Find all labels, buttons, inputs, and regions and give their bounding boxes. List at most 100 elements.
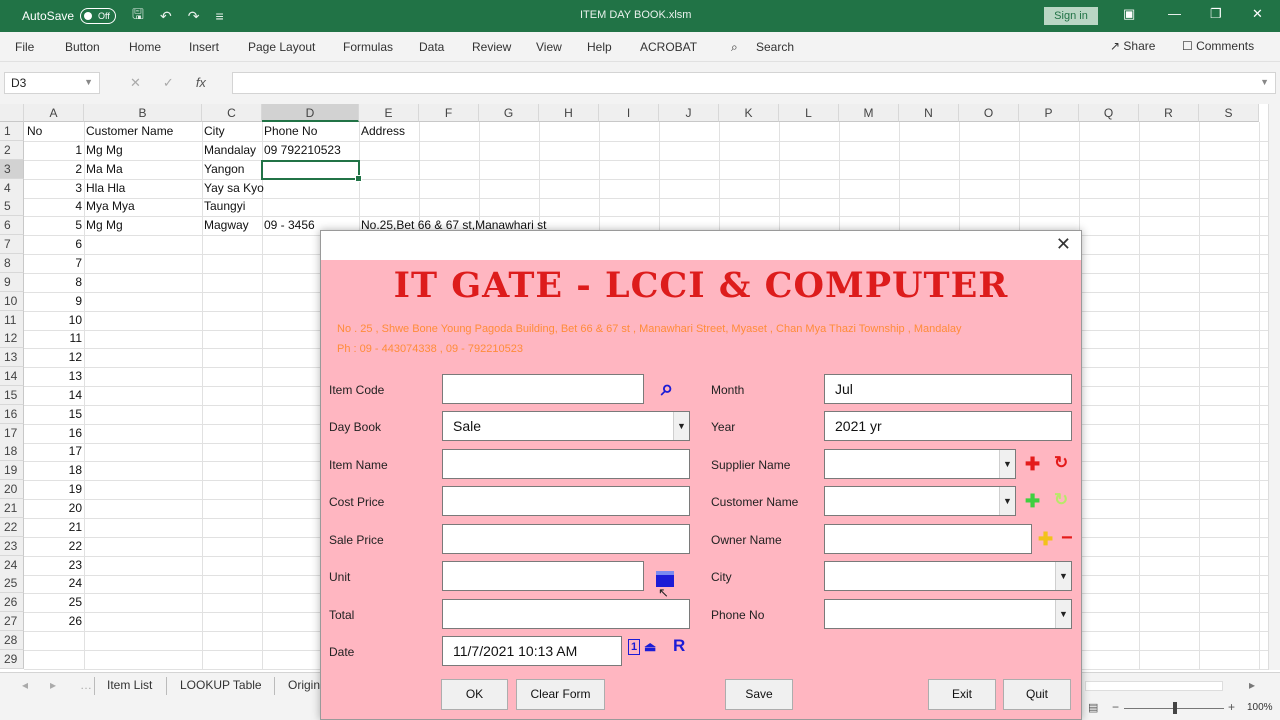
cell-city[interactable]: Mandalay — [204, 141, 262, 160]
row-header[interactable]: 24 — [0, 556, 24, 575]
cell-no[interactable]: 6 — [24, 235, 82, 254]
name-box[interactable]: D3 ▼ — [4, 72, 100, 94]
date-input[interactable]: 11/7/2021 10:13 AM — [442, 636, 622, 666]
cell-no[interactable]: 19 — [24, 480, 82, 499]
row-header[interactable]: 25 — [0, 574, 24, 593]
cell-header-customer-name[interactable]: Customer Name — [86, 122, 173, 141]
row-header[interactable]: 28 — [0, 631, 24, 650]
city-select[interactable]: ▼ — [824, 561, 1072, 591]
unit-input[interactable] — [442, 561, 644, 591]
search-icon[interactable]: ⌕ — [661, 375, 673, 401]
owner-name-input[interactable] — [824, 524, 1032, 554]
tab-file[interactable]: File — [15, 40, 34, 54]
cell-address[interactable] — [361, 197, 581, 216]
tab-acrobat[interactable]: ACROBAT — [640, 40, 697, 54]
column-header[interactable]: R — [1139, 104, 1199, 122]
tab-insert[interactable]: Insert — [189, 40, 219, 54]
cell-no[interactable]: 9 — [24, 292, 82, 311]
save-button[interactable]: Save — [725, 679, 793, 710]
redo-icon[interactable]: ↷ — [188, 8, 200, 25]
cell-name[interactable]: Mya Mya — [86, 197, 200, 216]
column-header[interactable]: S — [1199, 104, 1259, 122]
column-header[interactable]: O — [959, 104, 1019, 122]
clock-icon[interactable]: ⏏ — [644, 639, 656, 655]
row-header[interactable]: 11 — [0, 311, 24, 330]
item-name-input[interactable] — [442, 449, 690, 479]
save-icon[interactable]: 🖫 — [132, 4, 144, 28]
refresh-date-icon[interactable]: R — [673, 636, 685, 656]
column-header[interactable]: A — [24, 104, 84, 122]
page-layout-icon[interactable]: ▤ — [1088, 701, 1098, 714]
zoom-in-icon[interactable]: + — [1228, 700, 1235, 714]
cell-no[interactable]: 10 — [24, 311, 82, 330]
ribbon-display-icon[interactable]: ▣ — [1123, 6, 1135, 22]
cell-city[interactable]: Magway — [204, 216, 262, 235]
clear-form-button[interactable]: Clear Form — [516, 679, 605, 710]
supplier-name-select[interactable]: ▼ — [824, 449, 1016, 479]
column-header[interactable]: K — [719, 104, 779, 122]
year-input[interactable]: 2021 yr — [824, 411, 1072, 441]
cell-phone[interactable]: 09 792210523 — [264, 141, 358, 160]
customer-name-select[interactable]: ▼ — [824, 486, 1016, 516]
row-header[interactable]: 15 — [0, 386, 24, 405]
total-input[interactable] — [442, 599, 690, 629]
row-header[interactable]: 6 — [0, 216, 24, 235]
cell-no[interactable]: 26 — [24, 612, 82, 631]
row-header[interactable]: 3 — [0, 160, 24, 179]
cost-price-input[interactable] — [442, 486, 690, 516]
column-header[interactable]: J — [659, 104, 719, 122]
zoom-level[interactable]: 100% — [1247, 702, 1273, 713]
cell-header-address[interactable]: Address — [361, 122, 405, 141]
scroll-right-icon[interactable]: ▸ — [1249, 678, 1255, 692]
row-header[interactable]: 18 — [0, 442, 24, 461]
tab-home[interactable]: Home — [129, 40, 161, 54]
cell-no[interactable]: 3 — [24, 179, 82, 198]
column-header[interactable]: C — [202, 104, 262, 122]
cell-city[interactable]: Yay sa Kyo — [204, 179, 264, 198]
active-cell[interactable] — [261, 160, 362, 182]
cell-address[interactable] — [361, 160, 581, 179]
row-header[interactable]: 7 — [0, 235, 24, 254]
cell-no[interactable]: 8 — [24, 273, 82, 292]
calendar-icon[interactable]: 1 — [628, 639, 640, 655]
horizontal-scrollbar[interactable] — [1085, 681, 1223, 691]
more-sheets-icon[interactable]: … — [80, 678, 92, 692]
column-header[interactable]: I — [599, 104, 659, 122]
comments-button[interactable]: ☐ Comments — [1182, 39, 1254, 53]
tab-view[interactable]: View — [536, 40, 562, 54]
cell-no[interactable]: 25 — [24, 593, 82, 612]
cell-phone[interactable] — [264, 197, 358, 216]
cell-no[interactable]: 20 — [24, 499, 82, 518]
remove-owner-icon[interactable]: − — [1061, 527, 1073, 550]
cell-no[interactable]: 14 — [24, 386, 82, 405]
row-header[interactable]: 21 — [0, 499, 24, 518]
cell-address[interactable] — [361, 141, 581, 160]
day-book-select[interactable]: Sale ▼ — [442, 411, 690, 441]
customize-qat-icon[interactable]: ≡ — [215, 8, 223, 24]
expand-formula-icon[interactable]: ▼ — [1260, 77, 1269, 87]
tab-help[interactable]: Help — [587, 40, 612, 54]
tab-formulas[interactable]: Formulas — [343, 40, 393, 54]
enter-icon[interactable]: ✓ — [163, 75, 174, 91]
cancel-icon[interactable]: ✕ — [130, 75, 141, 91]
column-header[interactable]: G — [479, 104, 539, 122]
add-owner-icon[interactable]: ✚ — [1038, 529, 1053, 550]
column-header[interactable]: H — [539, 104, 599, 122]
cell-no[interactable]: 18 — [24, 461, 82, 480]
sale-price-input[interactable] — [442, 524, 690, 554]
cell-no[interactable]: 17 — [24, 442, 82, 461]
cell-city[interactable]: Yangon — [204, 160, 262, 179]
zoom-slider-thumb[interactable] — [1173, 702, 1177, 714]
add-supplier-icon[interactable]: ✚ — [1025, 454, 1040, 475]
prev-sheet-icon[interactable]: ◂ — [22, 678, 28, 692]
chevron-down-icon[interactable]: ▼ — [999, 487, 1015, 515]
column-header[interactable]: E — [359, 104, 419, 122]
row-header[interactable]: 9 — [0, 273, 24, 292]
cell-no[interactable]: 22 — [24, 537, 82, 556]
row-header[interactable]: 8 — [0, 254, 24, 273]
quit-button[interactable]: Quit — [1003, 679, 1071, 710]
month-input[interactable]: Jul — [824, 374, 1072, 404]
minimize-icon[interactable]: — — [1168, 6, 1181, 21]
column-header[interactable]: N — [899, 104, 959, 122]
tab-button[interactable]: Button — [65, 40, 100, 54]
